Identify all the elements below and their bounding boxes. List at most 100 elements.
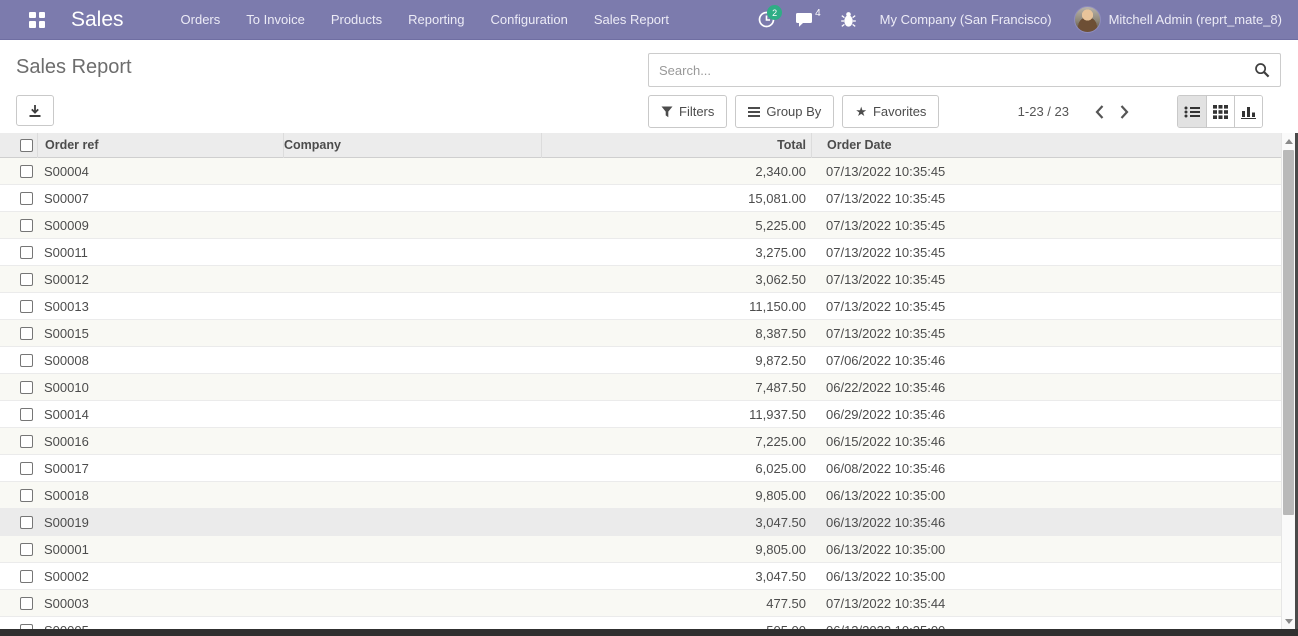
- user-avatar[interactable]: [1074, 6, 1101, 33]
- view-switcher: [1177, 95, 1263, 128]
- top-navbar: Sales Orders To Invoice Products Reporti…: [0, 0, 1298, 40]
- company-cell: [283, 563, 541, 590]
- total-cell: 8,387.50: [541, 320, 811, 347]
- total-cell: 477.50: [541, 590, 811, 617]
- pager-previous-button[interactable]: [1087, 101, 1112, 123]
- order-date-cell: 06/08/2022 10:35:46: [811, 455, 1281, 482]
- table-row[interactable]: S00001 9,805.00 06/13/2022 10:35:00: [0, 536, 1281, 563]
- row-checkbox[interactable]: [20, 300, 33, 313]
- filters-button[interactable]: Filters: [648, 95, 727, 128]
- favorites-button[interactable]: ★ Favorites: [842, 95, 939, 128]
- order-ref-cell: S00019: [37, 509, 283, 536]
- row-checkbox[interactable]: [20, 516, 33, 529]
- row-checkbox[interactable]: [20, 570, 33, 583]
- table-row[interactable]: S00013 11,150.00 07/13/2022 10:35:45: [0, 293, 1281, 320]
- apps-menu-icon[interactable]: [29, 12, 45, 28]
- list-view-icon: [1184, 105, 1200, 119]
- order-date-cell: 06/13/2022 10:35:00: [811, 563, 1281, 590]
- company-cell: [283, 374, 541, 401]
- row-checkbox[interactable]: [20, 273, 33, 286]
- table-row[interactable]: S00003 477.50 07/13/2022 10:35:44: [0, 590, 1281, 617]
- graph-view-button[interactable]: [1234, 96, 1262, 127]
- row-checkbox[interactable]: [20, 165, 33, 178]
- order-ref-cell: S00012: [37, 266, 283, 293]
- row-checkbox[interactable]: [20, 192, 33, 205]
- order-ref-cell: S00002: [37, 563, 283, 590]
- company-cell: [283, 320, 541, 347]
- column-header-order-ref[interactable]: Order ref: [37, 133, 283, 158]
- table-row[interactable]: S00014 11,937.50 06/29/2022 10:35:46: [0, 401, 1281, 428]
- scrollbar-thumb[interactable]: [1283, 150, 1294, 515]
- table-row[interactable]: S00015 8,387.50 07/13/2022 10:35:45: [0, 320, 1281, 347]
- table-row[interactable]: S00018 9,805.00 06/13/2022 10:35:00: [0, 482, 1281, 509]
- menu-configuration[interactable]: Configuration: [478, 0, 581, 40]
- column-header-total[interactable]: Total: [541, 133, 811, 158]
- table-row[interactable]: S00007 15,081.00 07/13/2022 10:35:45: [0, 185, 1281, 212]
- vertical-scrollbar[interactable]: [1281, 133, 1295, 629]
- table-row[interactable]: S00010 7,487.50 06/22/2022 10:35:46: [0, 374, 1281, 401]
- row-checkbox[interactable]: [20, 462, 33, 475]
- pivot-view-button[interactable]: [1206, 96, 1234, 127]
- table-row[interactable]: S00008 9,872.50 07/06/2022 10:35:46: [0, 347, 1281, 374]
- table-row[interactable]: S00012 3,062.50 07/13/2022 10:35:45: [0, 266, 1281, 293]
- table-row[interactable]: S00002 3,047.50 06/13/2022 10:35:00: [0, 563, 1281, 590]
- row-checkbox[interactable]: [20, 354, 33, 367]
- pager-next-button[interactable]: [1112, 101, 1137, 123]
- row-checkbox[interactable]: [20, 543, 33, 556]
- odoo-window: Sales Orders To Invoice Products Reporti…: [0, 0, 1298, 636]
- row-checkbox[interactable]: [20, 408, 33, 421]
- group-by-bars-icon: [748, 106, 760, 118]
- menu-products[interactable]: Products: [318, 0, 395, 40]
- messages-bubble-icon[interactable]: 4: [795, 12, 821, 28]
- search-input[interactable]: [649, 63, 1254, 78]
- total-cell: 6,025.00: [541, 455, 811, 482]
- search-icon[interactable]: [1254, 62, 1270, 78]
- company-cell: [283, 590, 541, 617]
- list-view-button[interactable]: [1178, 96, 1206, 127]
- total-cell: 15,081.00: [541, 185, 811, 212]
- download-icon: [28, 104, 42, 118]
- activities-clock-icon[interactable]: 2: [758, 11, 775, 28]
- table-row[interactable]: S00009 5,225.00 07/13/2022 10:35:45: [0, 212, 1281, 239]
- app-title[interactable]: Sales: [71, 8, 124, 32]
- company-cell: [283, 509, 541, 536]
- user-menu[interactable]: Mitchell Admin (reprt_mate_8): [1109, 12, 1282, 27]
- select-all-checkbox[interactable]: [20, 139, 33, 152]
- menu-sales-report[interactable]: Sales Report: [581, 0, 682, 40]
- order-ref-cell: S00015: [37, 320, 283, 347]
- menu-reporting[interactable]: Reporting: [395, 0, 477, 40]
- table-row[interactable]: S00004 2,340.00 07/13/2022 10:35:45: [0, 158, 1281, 185]
- column-header-order-date[interactable]: Order Date: [811, 133, 1281, 158]
- row-checkbox[interactable]: [20, 246, 33, 259]
- company-switcher[interactable]: My Company (San Francisco): [880, 12, 1052, 27]
- total-cell: 3,062.50: [541, 266, 811, 293]
- chevron-right-icon: [1120, 105, 1129, 119]
- bug-icon[interactable]: [841, 11, 856, 28]
- row-checkbox[interactable]: [20, 327, 33, 340]
- export-button[interactable]: [16, 95, 54, 126]
- row-checkbox[interactable]: [20, 381, 33, 394]
- bottom-edge-bar: [0, 629, 1298, 636]
- company-cell: [283, 239, 541, 266]
- total-cell: 5,225.00: [541, 212, 811, 239]
- row-checkbox[interactable]: [20, 219, 33, 232]
- table-row[interactable]: S00011 3,275.00 07/13/2022 10:35:45: [0, 239, 1281, 266]
- pager-and-views: 1-23 / 23: [1018, 95, 1263, 128]
- order-ref-cell: S00014: [37, 401, 283, 428]
- order-date-cell: 07/13/2022 10:35:44: [811, 590, 1281, 617]
- scroll-up-arrow[interactable]: [1282, 133, 1296, 149]
- row-checkbox[interactable]: [20, 489, 33, 502]
- table-row[interactable]: S00017 6,025.00 06/08/2022 10:35:46: [0, 455, 1281, 482]
- company-cell: [283, 347, 541, 374]
- table-row[interactable]: S00019 3,047.50 06/13/2022 10:35:46: [0, 509, 1281, 536]
- menu-orders[interactable]: Orders: [168, 0, 234, 40]
- column-header-company[interactable]: Company: [283, 133, 541, 158]
- order-date-cell: 06/13/2022 10:35:46: [811, 509, 1281, 536]
- row-checkbox[interactable]: [20, 435, 33, 448]
- control-panel: Sales Report Filters: [0, 41, 1281, 133]
- scroll-down-arrow[interactable]: [1282, 613, 1296, 629]
- menu-to-invoice[interactable]: To Invoice: [233, 0, 318, 40]
- row-checkbox[interactable]: [20, 597, 33, 610]
- group-by-button[interactable]: Group By: [735, 95, 834, 128]
- table-row[interactable]: S00016 7,225.00 06/15/2022 10:35:46: [0, 428, 1281, 455]
